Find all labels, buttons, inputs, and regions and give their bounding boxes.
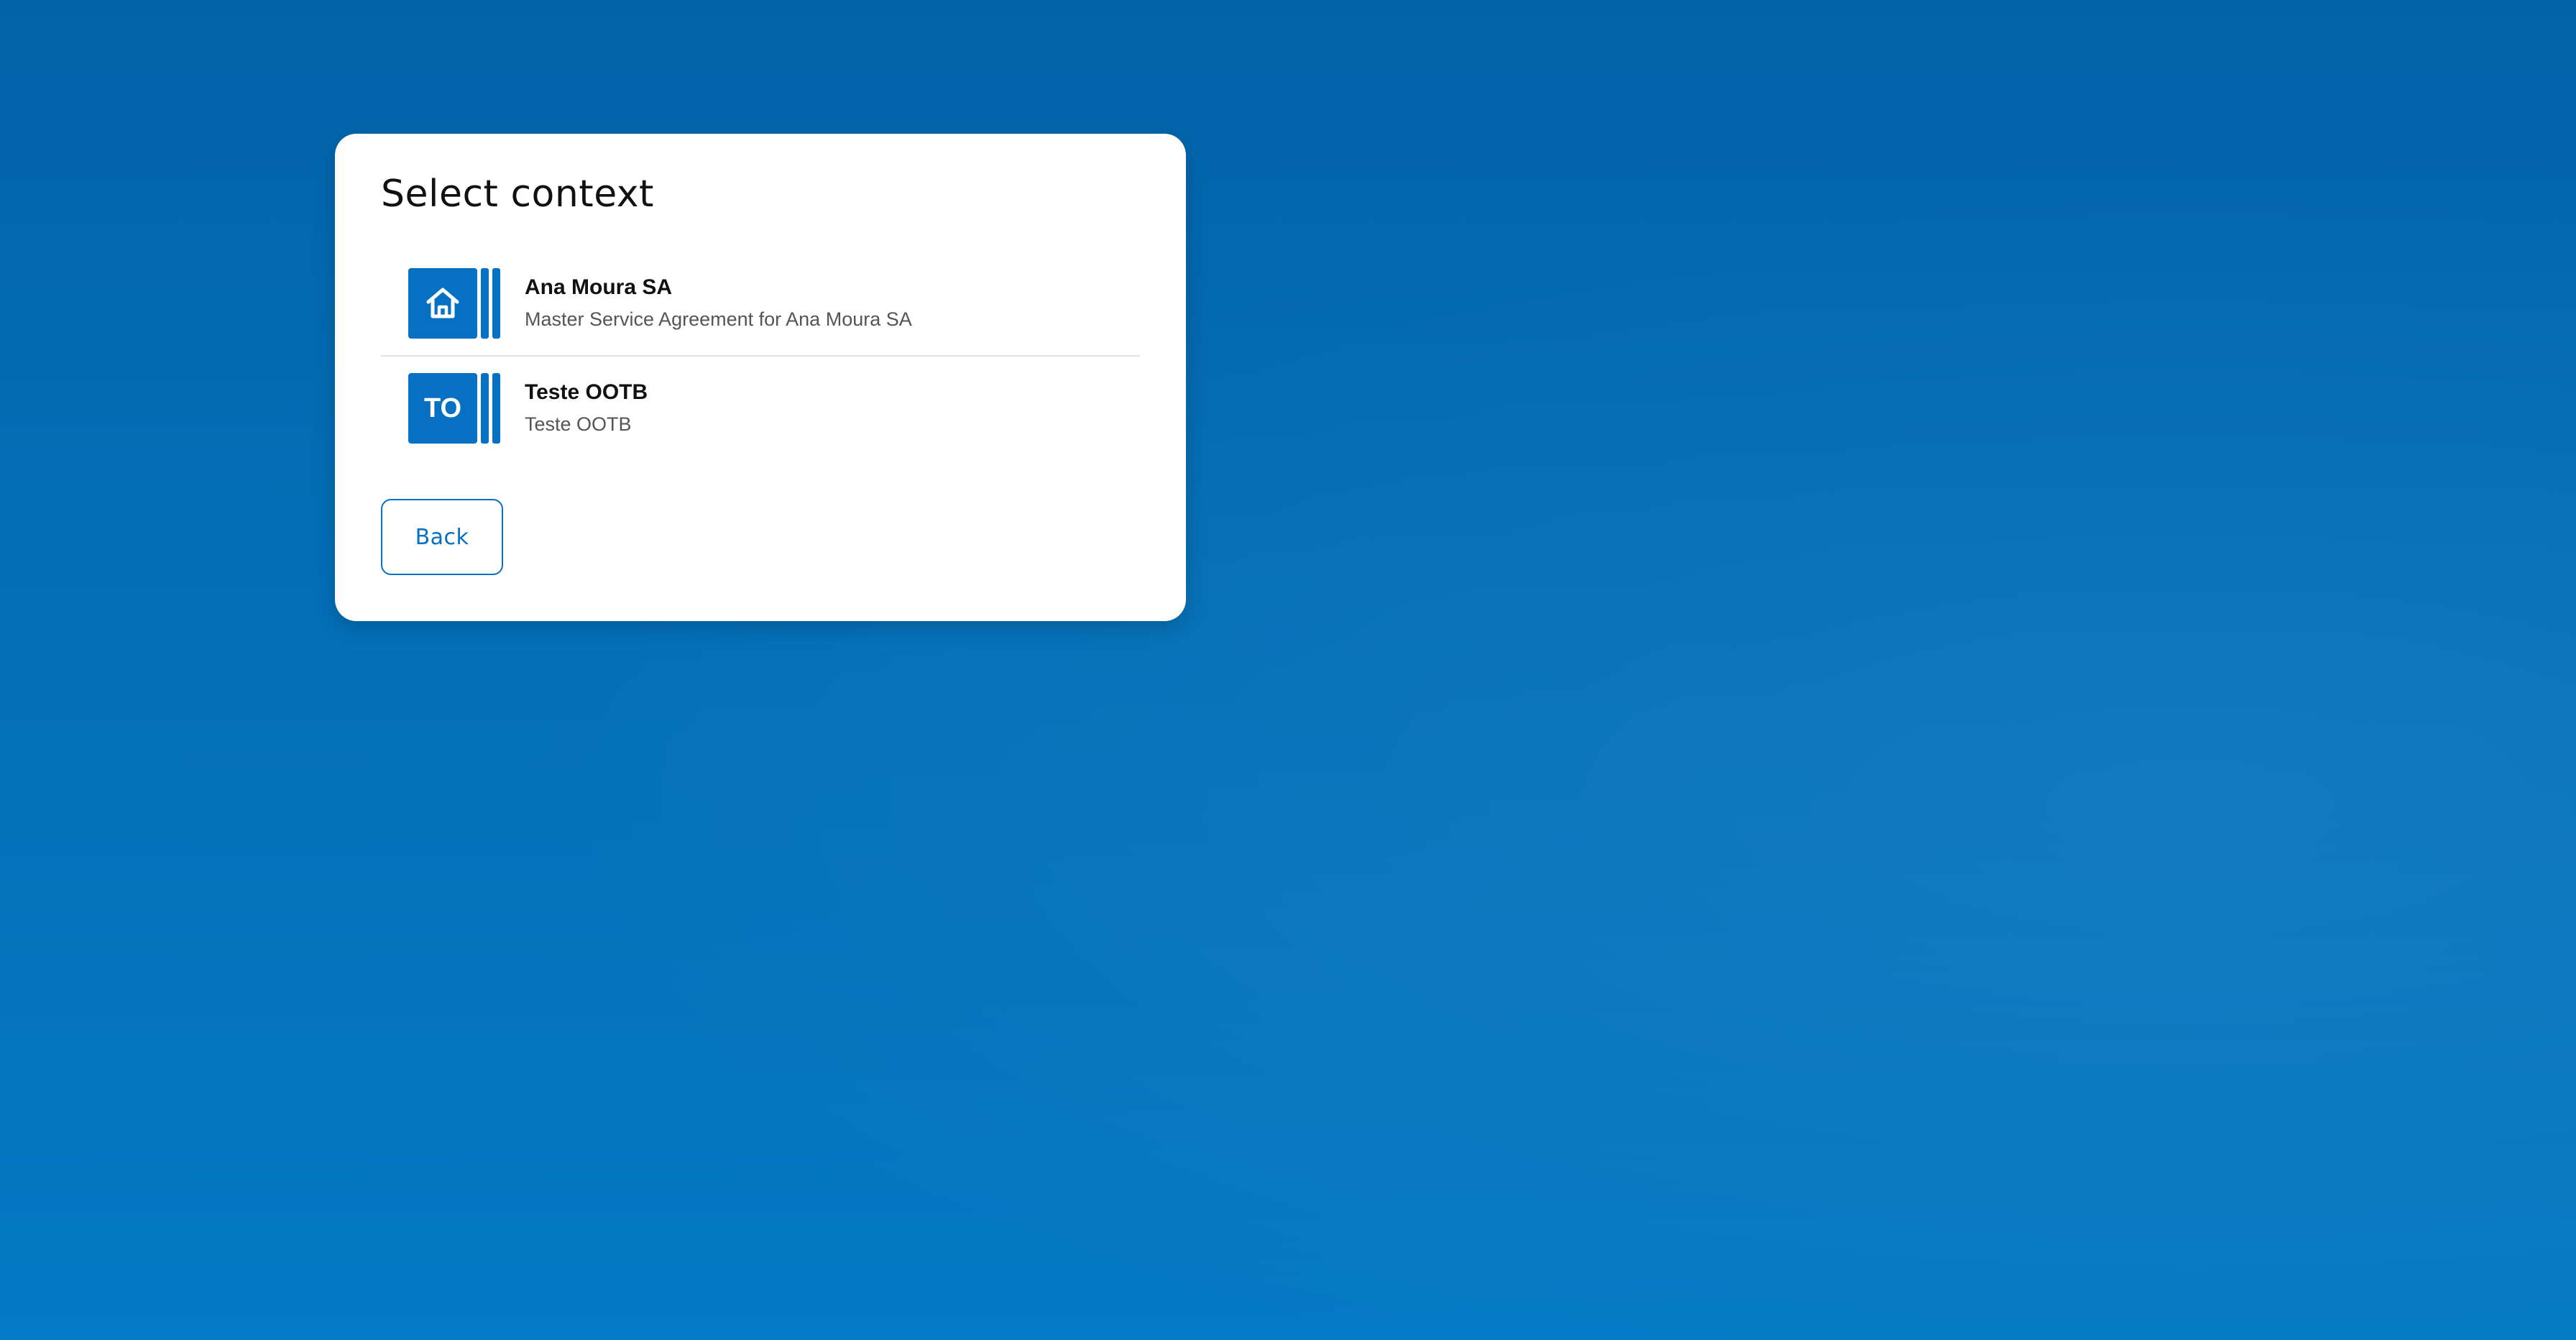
context-item-title: Ana Moura SA (525, 275, 673, 299)
context-item-ana-moura-sa[interactable]: Ana Moura SA Master Service Agreement fo… (381, 252, 1140, 357)
context-list: Ana Moura SA Master Service Agreement fo… (381, 252, 1140, 460)
context-item-title: Teste OOTB (525, 380, 648, 404)
context-item-subtitle: Master Service Agreement for Ana Moura S… (525, 308, 912, 330)
context-tile-stack-bar (481, 268, 489, 339)
home-icon (426, 288, 459, 318)
context-initials: TO (423, 393, 462, 423)
context-tile-stack-bar (492, 268, 500, 339)
select-context-dialog: Select context Ana Moura SA Master Servi… (335, 134, 1186, 621)
context-tile-main: TO (408, 373, 477, 444)
context-tile-stack-bar (492, 373, 500, 444)
context-item-text: Teste OOTB Teste OOTB (525, 378, 648, 439)
context-item-text: Ana Moura SA Master Service Agreement fo… (525, 273, 912, 334)
back-button[interactable]: Back (381, 499, 503, 575)
context-tile-stack-bar (481, 373, 489, 444)
context-tile (408, 268, 502, 339)
context-tile: TO (408, 373, 502, 444)
dialog-title: Select context (381, 173, 654, 216)
context-tile-main (408, 268, 477, 339)
context-item-teste-ootb[interactable]: TO Teste OOTB Teste OOTB (381, 357, 1140, 460)
context-item-subtitle: Teste OOTB (525, 413, 632, 435)
